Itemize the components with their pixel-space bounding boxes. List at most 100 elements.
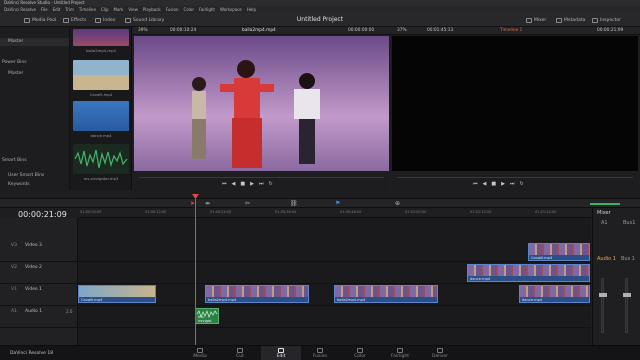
menu-fusion[interactable]: Fusion	[166, 6, 179, 13]
menu-clip[interactable]: Clip	[101, 6, 109, 13]
clip-v3-cavalli[interactable]: Cavalli.mp4	[528, 243, 590, 261]
clip-thumb-balla[interactable]	[73, 29, 129, 46]
clip-v1-dance[interactable]: dance.mp4	[519, 285, 590, 303]
menu-bar: DaVinci Resolve File Edit Trim Timeline …	[0, 6, 640, 13]
timeline-viewer[interactable]	[392, 36, 638, 171]
menu-davinci[interactable]: DaVinci Resolve	[4, 6, 36, 13]
skip-back-icon[interactable]: ⏮	[222, 181, 227, 187]
page-tab-media[interactable]: Media	[180, 348, 220, 359]
color-page-icon	[357, 348, 363, 353]
track-id: V3	[11, 243, 17, 248]
clip-label: Cavalli.mp4	[81, 298, 103, 302]
timeline-name[interactable]: Timeline 1	[500, 28, 522, 33]
menu-timeline[interactable]: Timeline	[79, 6, 96, 13]
keywords-bin[interactable]: Keywords	[8, 182, 30, 187]
clip-label: balla2mp4.mp4	[208, 298, 237, 302]
skip-forward-icon[interactable]: ⏭	[510, 181, 515, 187]
media-page-icon	[197, 348, 203, 353]
timeline-scrubber[interactable]	[397, 177, 633, 178]
clip-a1-mx-navigator[interactable]: mx-navigat	[195, 308, 219, 324]
clip-v2-dance[interactable]: dance.mp4	[467, 264, 590, 282]
fader-bus1-knob[interactable]	[623, 293, 631, 297]
track-header-v3[interactable]: V3 Video 3	[0, 240, 78, 262]
fader-a1[interactable]	[601, 278, 604, 333]
track-headers: V3 Video 3 V2 Video 2 V1 Video 1 A1 Audi…	[0, 218, 78, 345]
clip-thumb-cavalli[interactable]	[73, 60, 129, 90]
inspector-button[interactable]: Inspector	[592, 16, 621, 24]
timeline-ruler[interactable]: 01:00:00:00 01:00:12:00 01:00:24:00 01:0…	[78, 209, 591, 218]
clip-name-dance: dance.mp4	[90, 133, 112, 138]
page-tab-deliver[interactable]: Deliver	[420, 348, 460, 359]
playhead[interactable]	[195, 194, 196, 346]
clip-thumb-dance[interactable]	[73, 101, 129, 131]
menu-workspace[interactable]: Workspace	[220, 6, 242, 13]
track-id: A1	[11, 309, 17, 314]
stop-icon[interactable]: ■	[491, 181, 496, 187]
flag-icon[interactable]: ⚑	[335, 200, 340, 207]
clip-label: balla2mp4.mp4	[337, 298, 366, 302]
clip-v1-balla-a[interactable]: balla2mp4.mp4	[205, 285, 309, 303]
menu-fairlight[interactable]: Fairlight	[199, 6, 215, 13]
zoom-slider[interactable]	[590, 203, 620, 205]
menu-mark[interactable]: Mark	[114, 6, 124, 13]
bin-master[interactable]: Master	[0, 38, 69, 46]
play-reverse-icon[interactable]: ◀	[232, 181, 236, 187]
menu-trim[interactable]: Trim	[65, 6, 74, 13]
source-zoom[interactable]: 39%	[138, 28, 148, 33]
audio-waveform-icon	[74, 149, 128, 169]
source-frame-image	[134, 36, 389, 171]
power-bin-master[interactable]: Master	[8, 71, 23, 76]
page-tab-fairlight[interactable]: Fairlight	[380, 348, 420, 359]
fader-bus1[interactable]	[625, 278, 628, 333]
track-header-v1[interactable]: V1 Video 1	[0, 284, 78, 306]
clip-name-cavalli: Cavalli.mp4	[89, 92, 113, 97]
clip-v1-balla-b[interactable]: balla2mp4.mp4	[334, 285, 438, 303]
clip-label: Cavalli.mp4	[531, 256, 553, 260]
fader-a1-knob[interactable]	[599, 293, 607, 297]
menu-playback[interactable]: Playback	[143, 6, 161, 13]
blade-tool-icon[interactable]: ✂	[245, 200, 250, 207]
mixer-button[interactable]: Mixer	[526, 16, 546, 24]
source-viewer[interactable]	[134, 36, 389, 171]
audio-mixer: Mixer A1 Bus1 Audio 1 Bus 1	[592, 208, 640, 345]
loop-icon[interactable]: ↻	[268, 181, 272, 187]
menu-view[interactable]: View	[128, 6, 138, 13]
trim-tool-icon[interactable]: ⇹	[205, 200, 210, 207]
timeline-zoom[interactable]: 37%	[397, 28, 407, 33]
timeline-tracks[interactable]: Cavalli.mp4 dance.mp4 Cavalli.mp4 balla2…	[78, 218, 591, 345]
stop-icon[interactable]: ■	[240, 181, 245, 187]
source-transport-controls: ⏮ ◀ ■ ▶ ⏭ ↻	[222, 181, 273, 187]
source-scrubber[interactable]	[139, 177, 384, 178]
skip-back-icon[interactable]: ⏮	[473, 181, 478, 187]
track-header-a1[interactable]: A1 Audio 1 2.0	[0, 306, 78, 328]
link-icon[interactable]: ⛓	[290, 200, 298, 207]
play-icon[interactable]: ▶	[501, 181, 505, 187]
mixer-audio1-label: Audio 1	[597, 256, 616, 262]
menu-edit[interactable]: Edit	[53, 6, 61, 13]
skip-forward-icon[interactable]: ⏭	[259, 181, 264, 187]
inspector-icon	[592, 17, 598, 23]
page-tab-cut[interactable]: Cut	[220, 348, 260, 359]
page-navigation: Media Cut Edit Fusion Color Fairlight De…	[0, 345, 640, 360]
page-tab-fusion[interactable]: Fusion	[300, 348, 340, 359]
loop-icon[interactable]: ↻	[519, 181, 523, 187]
menu-help[interactable]: Help	[247, 6, 256, 13]
track-name: Video 1	[25, 287, 42, 292]
page-tab-color[interactable]: Color	[340, 348, 380, 359]
menu-file[interactable]: File	[41, 6, 48, 13]
page-tab-edit[interactable]: Edit	[261, 348, 301, 359]
clip-v1-cavalli[interactable]: Cavalli.mp4	[78, 285, 156, 303]
ruler-tick: 01:00:12:00	[145, 210, 167, 214]
clip-label: dance.mp4	[522, 298, 543, 302]
play-reverse-icon[interactable]: ◀	[483, 181, 487, 187]
zoom-icon[interactable]: ⊕	[395, 200, 400, 207]
track-id: V1	[11, 287, 17, 292]
track-header-v2[interactable]: V2 Video 2	[0, 262, 78, 284]
play-icon[interactable]: ▶	[250, 181, 254, 187]
menu-color[interactable]: Color	[184, 6, 194, 13]
user-smart-bins[interactable]: User Smart Bins	[8, 173, 44, 178]
clip-thumb-mx-navigator[interactable]	[73, 144, 129, 174]
power-bins-header: Power Bins	[2, 60, 27, 65]
metadata-button[interactable]: Metadata	[556, 16, 585, 24]
source-tc-left: 00:00:10:24	[170, 28, 197, 33]
